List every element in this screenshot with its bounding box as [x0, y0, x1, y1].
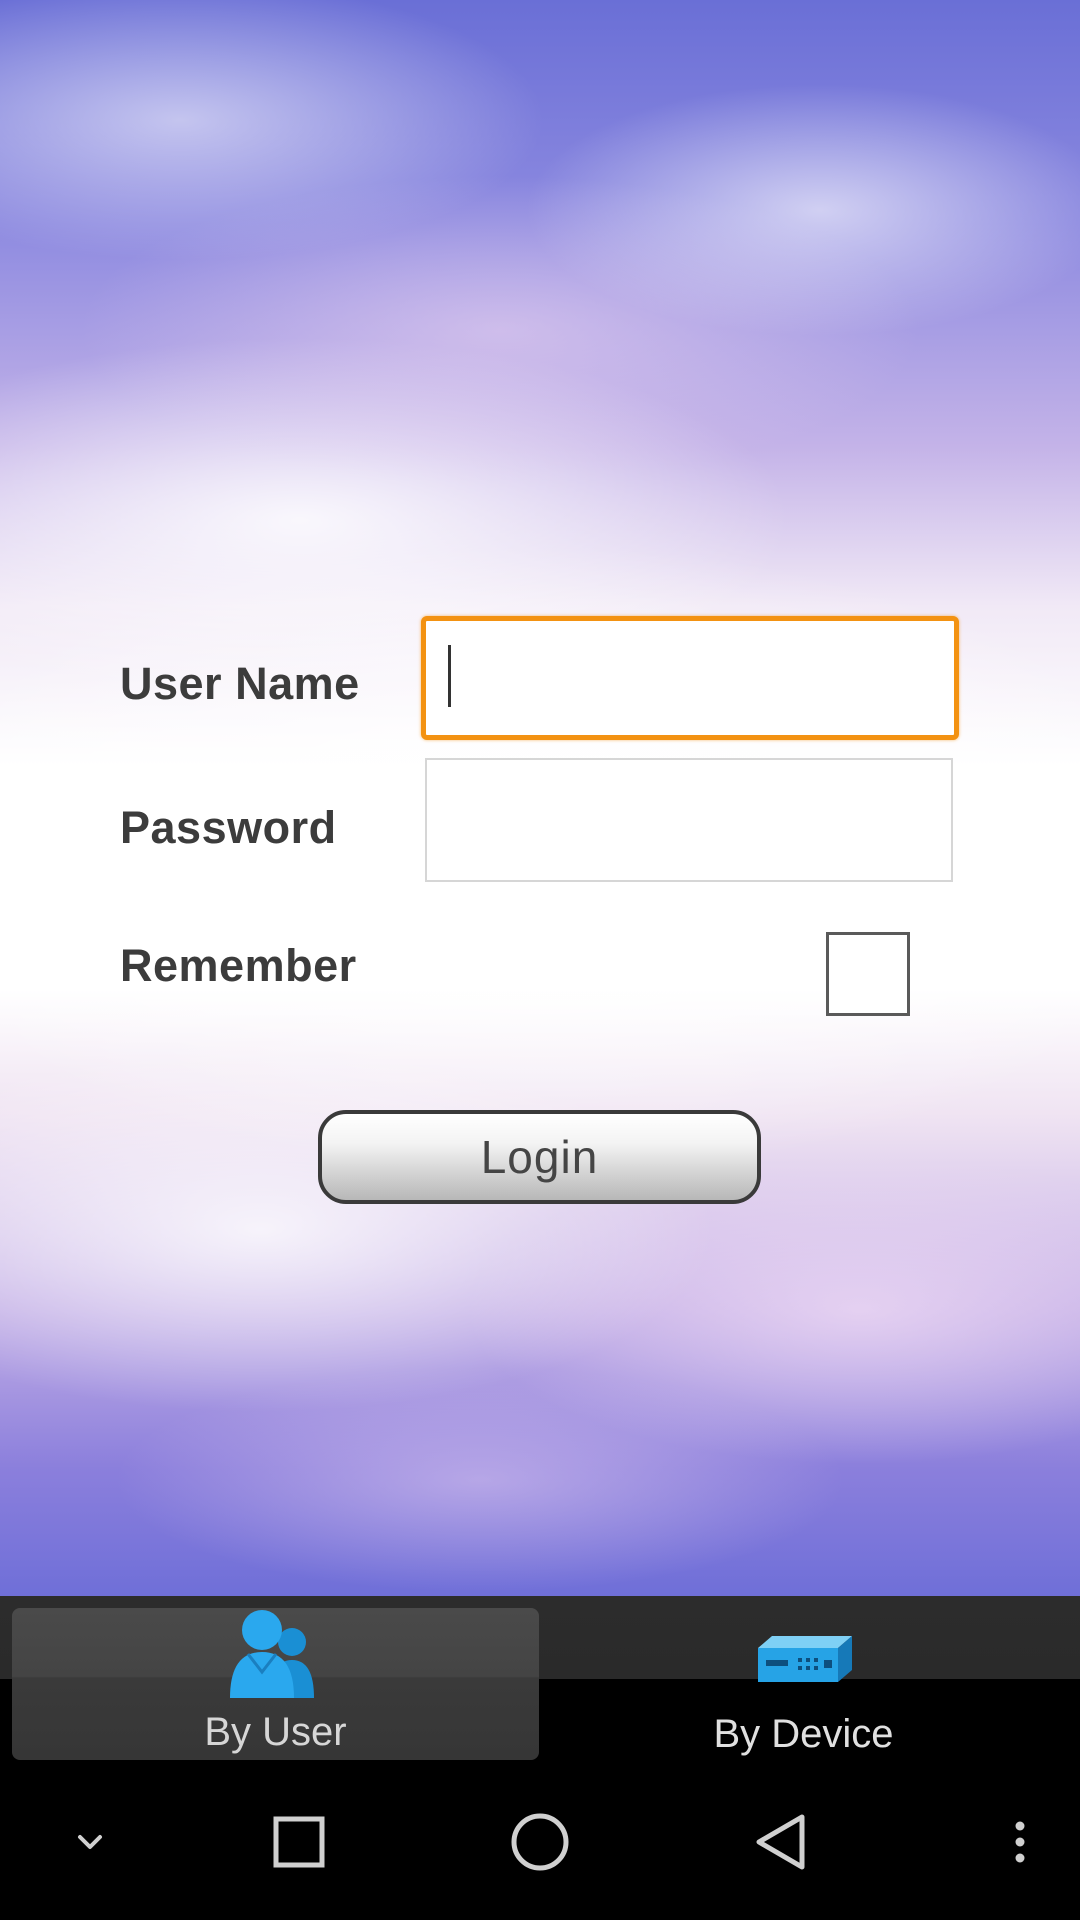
- recents-button[interactable]: [244, 1769, 354, 1920]
- password-field[interactable]: [425, 758, 953, 882]
- remember-checkbox[interactable]: [826, 932, 910, 1016]
- back-icon: [752, 1812, 808, 1877]
- home-button[interactable]: [485, 1769, 595, 1920]
- tab-by-user[interactable]: By User: [12, 1608, 539, 1760]
- password-label: Password: [120, 802, 337, 853]
- users-icon: [226, 1602, 326, 1707]
- menu-button[interactable]: [965, 1769, 1075, 1920]
- system-navigation-bar: [0, 1769, 1080, 1920]
- login-button[interactable]: Login: [318, 1110, 761, 1204]
- home-icon: [510, 1812, 570, 1877]
- device-icon: [754, 1630, 854, 1691]
- username-field[interactable]: [421, 616, 959, 740]
- remember-label: Remember: [120, 940, 357, 991]
- hide-keyboard-button[interactable]: [35, 1769, 145, 1920]
- tab-by-user-label: By User: [204, 1710, 347, 1754]
- chevron-down-icon: [70, 1827, 110, 1862]
- recents-icon: [271, 1814, 327, 1875]
- tab-by-device-label: By Device: [713, 1712, 894, 1756]
- username-label: User Name: [120, 658, 360, 709]
- text-cursor: [448, 645, 451, 707]
- menu-icon: [1014, 1820, 1026, 1869]
- bottom-tab-bar: By User By Device: [0, 1596, 1080, 1769]
- tab-by-device[interactable]: By Device: [540, 1608, 1067, 1760]
- back-button[interactable]: [725, 1769, 835, 1920]
